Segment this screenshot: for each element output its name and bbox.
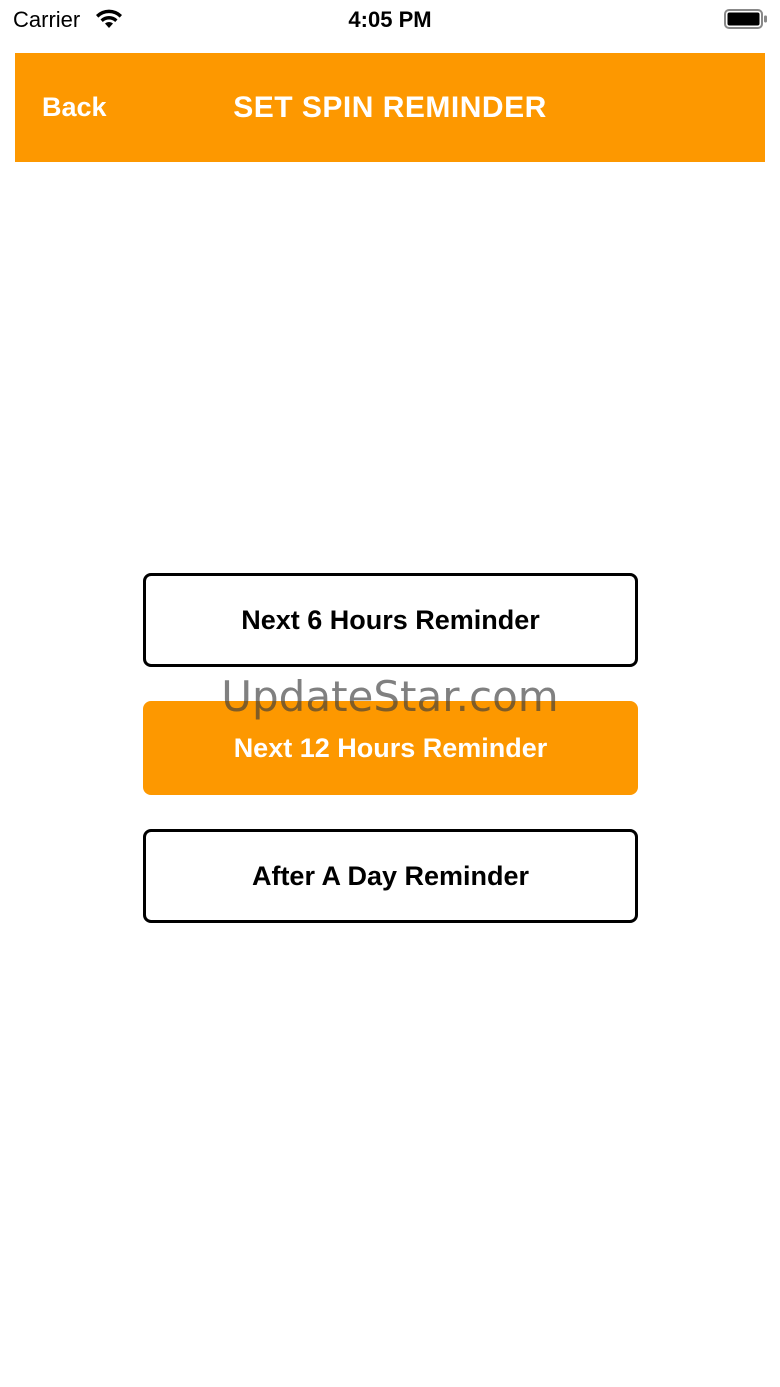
option-12-hours-button[interactable]: Next 12 Hours Reminder [143, 701, 638, 795]
option-label: After A Day Reminder [251, 860, 530, 891]
nav-header: Back SET SPIN REMINDER [15, 53, 765, 162]
option-label: Next 6 Hours Reminder [241, 604, 540, 635]
option-label: Next 12 Hours Reminder [233, 732, 548, 763]
page-title: SET SPIN REMINDER [233, 91, 547, 124]
status-time: 4:05 PM [348, 7, 432, 32]
option-6-hours-button[interactable]: Next 6 Hours Reminder [143, 573, 638, 667]
battery-full-icon [724, 9, 767, 29]
option-1-day-button[interactable]: After A Day Reminder [143, 829, 638, 923]
status-bar: Carrier 4:05 PM [0, 0, 780, 40]
